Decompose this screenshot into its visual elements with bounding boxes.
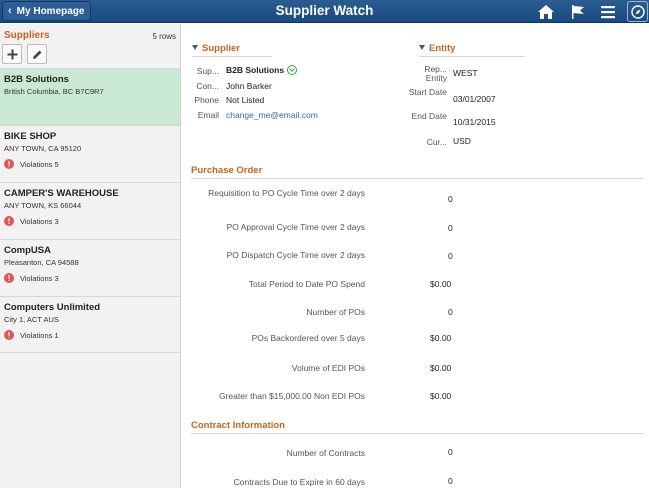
divider [191, 433, 644, 434]
po-metric-value: 0 [448, 223, 453, 233]
supplier-name: B2B Solutions [4, 74, 69, 85]
po-metric-label: Greater than $15,000.00 Non EDI POs [218, 391, 365, 401]
contract-metric-value: 0 [448, 476, 453, 486]
supplier-section-toggle[interactable]: Supplier [192, 43, 240, 54]
supplier-address: ANY TOWN, CA 95120 [4, 144, 82, 153]
violations-text: Violations 1 [20, 330, 59, 340]
supplier-name: CAMPER'S WAREHOUSE [4, 188, 119, 199]
plus-icon [7, 49, 18, 60]
list-item[interactable]: CAMPER'S WAREHOUSE ANY TOWN, KS 66044 ! … [0, 182, 180, 239]
violations-text: Violations 5 [20, 159, 59, 169]
email-link[interactable]: change_me@email.com [226, 110, 318, 120]
po-metric-value: $0.00 [430, 333, 452, 343]
supplier-name: CompUSA [4, 245, 51, 256]
chevron-down-icon[interactable] [287, 64, 298, 75]
collapse-triangle-icon [192, 44, 198, 50]
po-metric-value: 0 [448, 251, 453, 261]
violations-badge: ! Violations 1 [4, 330, 176, 340]
violations-badge: ! Violations 5 [4, 159, 176, 169]
supplier-name-value: B2B Solutions [226, 65, 285, 75]
supplier-detail: Supplier Sup... B2B Solutions Con... Joh… [182, 24, 649, 488]
po-metric-label: PO Approval Cycle Time over 2 days [226, 222, 365, 232]
supplier-address: British Columbia, BC B7C9R7 [4, 87, 104, 96]
alert-icon: ! [4, 330, 14, 340]
po-metric-value: $0.00 [430, 391, 452, 401]
menu-icon[interactable] [599, 3, 617, 21]
violations-badge: ! Violations 3 [4, 216, 176, 226]
nav-compass-icon [630, 4, 645, 19]
supplier-address: City 1, ACT AUS [4, 315, 59, 324]
currency-label: Cur... [426, 137, 447, 147]
start-date-value: 03/01/2007 [453, 94, 496, 104]
supplier-name: BIKE SHOP [4, 131, 57, 142]
po-metric-label: Total Period to Date PO Spend [248, 279, 365, 289]
po-metric-label: Number of POs [306, 307, 365, 317]
edit-button[interactable] [27, 44, 47, 64]
entity-section-toggle[interactable]: Entity [419, 43, 455, 54]
supplier-label: Sup... [196, 66, 219, 76]
contact-label: Con... [196, 81, 219, 91]
supplier-name: Computers Unlimited [4, 302, 101, 313]
divider [191, 178, 644, 179]
list-item[interactable]: Computers Unlimited City 1, ACT AUS ! Vi… [0, 296, 180, 353]
supplier-value: B2B Solutions [226, 64, 298, 76]
po-metric-label: Requisition to PO Cycle Time over 2 days [208, 188, 365, 198]
end-date-value: 10/31/2015 [453, 117, 496, 127]
end-date-label: End Date [411, 111, 447, 121]
collapse-triangle-icon [419, 44, 425, 50]
po-metric-value: 0 [448, 194, 453, 204]
list-item[interactable]: BIKE SHOP ANY TOWN, CA 95120 ! Violation… [0, 125, 180, 182]
violations-text: Violations 3 [20, 216, 59, 226]
alert-icon: ! [4, 273, 14, 283]
supplier-heading: Supplier [202, 43, 241, 54]
reporting-entity-label: Rep... Entity [424, 64, 447, 83]
po-metric-label: POs Backordered over 5 days [251, 333, 365, 343]
contract-metric-value: 0 [448, 447, 453, 457]
email-label: Email [197, 110, 219, 120]
supplier-list-pane: Suppliers 5 rows B2B Solutions British C… [0, 24, 181, 488]
add-button[interactable] [2, 44, 22, 64]
contract-information-heading: Contract Information [191, 420, 285, 431]
contact-value: John Barker [226, 81, 272, 91]
supplier-address: ANY TOWN, KS 66044 [4, 201, 82, 210]
contract-metric-label: Contracts Due to Expire in 60 days [233, 477, 365, 487]
currency-value: USD [453, 136, 471, 146]
alert-icon: ! [4, 216, 14, 226]
po-metric-label: Volume of EDI POs [291, 363, 365, 373]
list-item[interactable]: B2B Solutions British Columbia, BC B7C9R… [0, 68, 180, 125]
list-title: Suppliers [4, 30, 50, 41]
contract-metric-label: Number of Contracts [286, 448, 365, 458]
po-metric-value: $0.00 [430, 279, 452, 289]
supplier-list: B2B Solutions British Columbia, BC B7C9R… [0, 68, 180, 353]
divider [419, 56, 525, 57]
supplier-address: Pleasanton, CA 94588 [4, 258, 79, 267]
list-item[interactable]: CompUSA Pleasanton, CA 94588 ! Violation… [0, 239, 180, 296]
phone-label: Phone [194, 95, 219, 105]
po-metric-value: $0.00 [430, 363, 452, 373]
home-icon[interactable] [537, 3, 555, 21]
phone-value: Not Listed [226, 95, 265, 105]
pencil-icon [32, 49, 43, 60]
violations-badge: ! Violations 3 [4, 273, 176, 283]
flag-icon[interactable] [569, 3, 587, 21]
alert-icon: ! [4, 159, 14, 169]
reporting-entity-value: WEST [453, 68, 478, 78]
violations-text: Violations 3 [20, 273, 59, 283]
nav-compass-button[interactable] [627, 1, 648, 22]
entity-heading: Entity [429, 43, 456, 54]
top-bar: ‹ My Homepage Supplier Watch [0, 0, 649, 23]
start-date-label: Start Date [408, 87, 447, 97]
po-metric-value: 0 [448, 307, 453, 317]
po-metric-label: PO Dispatch Cycle Time over 2 days [226, 250, 365, 260]
divider [192, 56, 272, 57]
row-count: 5 rows [152, 32, 176, 41]
purchase-order-heading: Purchase Order [191, 165, 263, 176]
